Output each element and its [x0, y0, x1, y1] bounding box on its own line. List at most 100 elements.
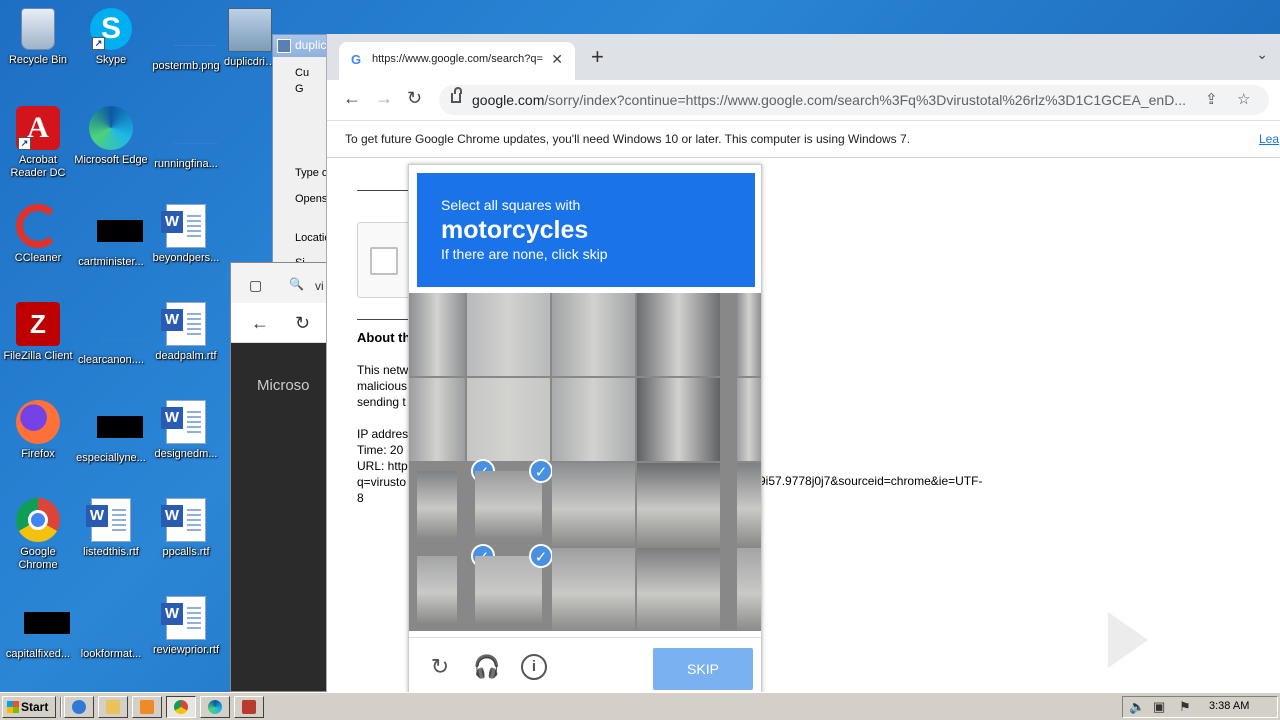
infobar-message: To get future Google Chrome updates, you…: [345, 132, 911, 146]
taskbar-edge[interactable]: [200, 696, 230, 718]
desktop-icon-especiallyne[interactable]: especiallyne...: [73, 400, 149, 465]
recaptcha-tile[interactable]: [475, 556, 542, 623]
desktop-icon-edge[interactable]: Microsoft Edge: [73, 106, 149, 167]
bookmark-star-icon[interactable]: ☆: [1237, 90, 1250, 108]
recaptcha-checkbox[interactable]: [370, 247, 398, 275]
desktop-icon-reviewprior[interactable]: reviewprior.rtf: [148, 596, 224, 657]
desktop-icon-label: capitalfixed...: [5, 648, 71, 660]
desktop-icon-label: Recycle Bin: [8, 54, 68, 66]
desktop-icon-recycle-bin[interactable]: Recycle Bin: [0, 8, 76, 67]
back-arrow-icon[interactable]: ←: [343, 88, 361, 109]
desktop-icon-designedm[interactable]: designedm...: [148, 400, 224, 461]
blank-file-icon: [162, 8, 218, 56]
recaptcha-tile[interactable]: [552, 463, 635, 546]
selected-check-icon: ✓: [529, 544, 553, 568]
desktop-icon-firefox[interactable]: Firefox: [0, 400, 76, 461]
flag-icon[interactable]: ⚑: [1179, 699, 1191, 715]
edge-window[interactable]: ▢ 🔍 vi ← ↻ Microso: [230, 262, 330, 692]
desktop-icon-chrome[interactable]: Google Chrome: [0, 498, 76, 572]
desktop-icon-acrobat[interactable]: A ↗ Acrobat Reader DC: [0, 106, 76, 180]
recaptcha-tile[interactable]: [552, 378, 635, 461]
ccleaner-icon: [16, 204, 60, 248]
chrome-tab-title: https://www.google.com/search?q=: [372, 53, 543, 65]
info-icon[interactable]: i: [521, 654, 547, 680]
body-line: This netw: [357, 363, 409, 377]
tile-image: [637, 463, 720, 546]
desktop-icon-beyondpers[interactable]: beyondpers...: [148, 204, 224, 265]
recaptcha-header: Select all squares with motorcycles If t…: [417, 173, 755, 287]
desktop-icon-deadpalm[interactable]: deadpalm.rtf: [148, 302, 224, 363]
reload-icon[interactable]: ↻: [295, 313, 310, 334]
headphones-icon[interactable]: 🎧: [473, 654, 500, 680]
chrome-tab[interactable]: G https://www.google.com/search?q= ✕: [339, 42, 575, 80]
desktop-icon-label: clearcanon....: [77, 354, 145, 366]
recaptcha-tile-grid: ✓✓✓✓: [409, 293, 761, 631]
recaptcha-tile[interactable]: [475, 471, 542, 538]
desktop-icon-skype[interactable]: S ↗ Skype: [73, 8, 149, 67]
selected-check-icon: ✓: [529, 459, 553, 483]
word-document-icon: [161, 498, 206, 542]
recaptcha-tile[interactable]: [637, 463, 720, 546]
desktop-icon-filezilla[interactable]: Z FileZilla Client: [0, 302, 76, 363]
skip-button[interactable]: SKIP: [653, 648, 753, 690]
back-arrow-icon[interactable]: ←: [251, 313, 269, 334]
shortcut-arrow-icon: ↗: [18, 137, 31, 150]
body-line: IP addres: [357, 427, 409, 441]
volume-icon[interactable]: 🔈: [1129, 699, 1145, 715]
recaptcha-tile[interactable]: [417, 556, 457, 623]
new-tab-icon[interactable]: +: [591, 44, 604, 70]
edge-tab-title[interactable]: vi: [315, 279, 324, 293]
desktop-icon-ppcalls[interactable]: ppcalls.rtf: [148, 498, 224, 559]
taskbar-explorer[interactable]: [98, 696, 128, 718]
chevron-down-icon[interactable]: ⌄: [1256, 46, 1268, 63]
desktop-icon-postermb[interactable]: postermb.png: [148, 8, 224, 73]
desktop-icon-duplicdri[interactable]: duplicdri5...: [224, 8, 276, 69]
window-app-icon: [277, 39, 291, 53]
desktop-icon-capitalfixed[interactable]: capitalfixed...: [0, 596, 76, 661]
recaptcha-tile[interactable]: [552, 293, 635, 376]
taskbar-media[interactable]: [132, 696, 162, 718]
desktop-icon-ccleaner[interactable]: CCleaner: [0, 204, 76, 265]
network-icon[interactable]: ▣: [1153, 699, 1165, 715]
chrome-tabstrip: G https://www.google.com/search?q= ✕ + ⌄: [327, 34, 1280, 80]
address-url[interactable]: google.com/sorry/index?continue=https://…: [472, 92, 1202, 108]
forward-arrow-icon[interactable]: →: [375, 88, 393, 109]
media-player-icon: [140, 700, 154, 714]
tile-image: [467, 378, 550, 461]
address-bar[interactable]: google.com/sorry/index?continue=https://…: [439, 85, 1269, 115]
filezilla-icon: Z: [16, 302, 60, 346]
desktop-icon-listedthis[interactable]: listedthis.rtf: [73, 498, 149, 559]
recaptcha-tile[interactable]: [409, 293, 465, 376]
recaptcha-tile[interactable]: [467, 293, 550, 376]
shortcut-arrow-icon: ↗: [92, 37, 105, 50]
start-button[interactable]: Start: [2, 696, 56, 718]
recaptcha-tile[interactable]: [637, 293, 720, 376]
taskbar-ie[interactable]: [64, 696, 94, 718]
recaptcha-target: motorcycles: [441, 216, 589, 244]
taskbar-app[interactable]: [234, 696, 264, 718]
desktop-icon-label: Firefox: [21, 448, 55, 460]
word-document-icon: [161, 204, 206, 248]
share-icon[interactable]: ⇪: [1205, 90, 1218, 108]
reload-icon[interactable]: ↻: [427, 654, 453, 680]
learn-more-link[interactable]: Lea: [1259, 132, 1279, 146]
recaptcha-tile[interactable]: [409, 378, 465, 461]
tab-actions-icon[interactable]: ▢: [249, 277, 262, 294]
lock-icon: [451, 87, 462, 103]
recaptcha-tile[interactable]: [467, 378, 550, 461]
reload-icon[interactable]: ↻: [407, 88, 422, 109]
desktop-icon-clearcanon[interactable]: clearcanon....: [73, 302, 149, 367]
close-tab-icon[interactable]: ✕: [551, 51, 563, 68]
recaptcha-tile[interactable]: [552, 548, 635, 631]
tile-image: [737, 293, 761, 376]
recaptcha-tile[interactable]: [417, 471, 457, 538]
recaptcha-tile[interactable]: [637, 548, 720, 631]
recaptcha-tile[interactable]: [637, 378, 720, 461]
desktop-icon-lookformat[interactable]: lookformat...: [73, 596, 149, 661]
desktop-icon-cartminister[interactable]: cartminister...: [73, 204, 149, 269]
taskbar-chrome[interactable]: [166, 696, 196, 718]
clock[interactable]: 3:38 AM: [1209, 700, 1249, 712]
recycle-bin-icon: [21, 8, 55, 50]
chrome-icon: [16, 498, 60, 542]
desktop-icon-runningfina[interactable]: runningfina...: [148, 106, 224, 171]
